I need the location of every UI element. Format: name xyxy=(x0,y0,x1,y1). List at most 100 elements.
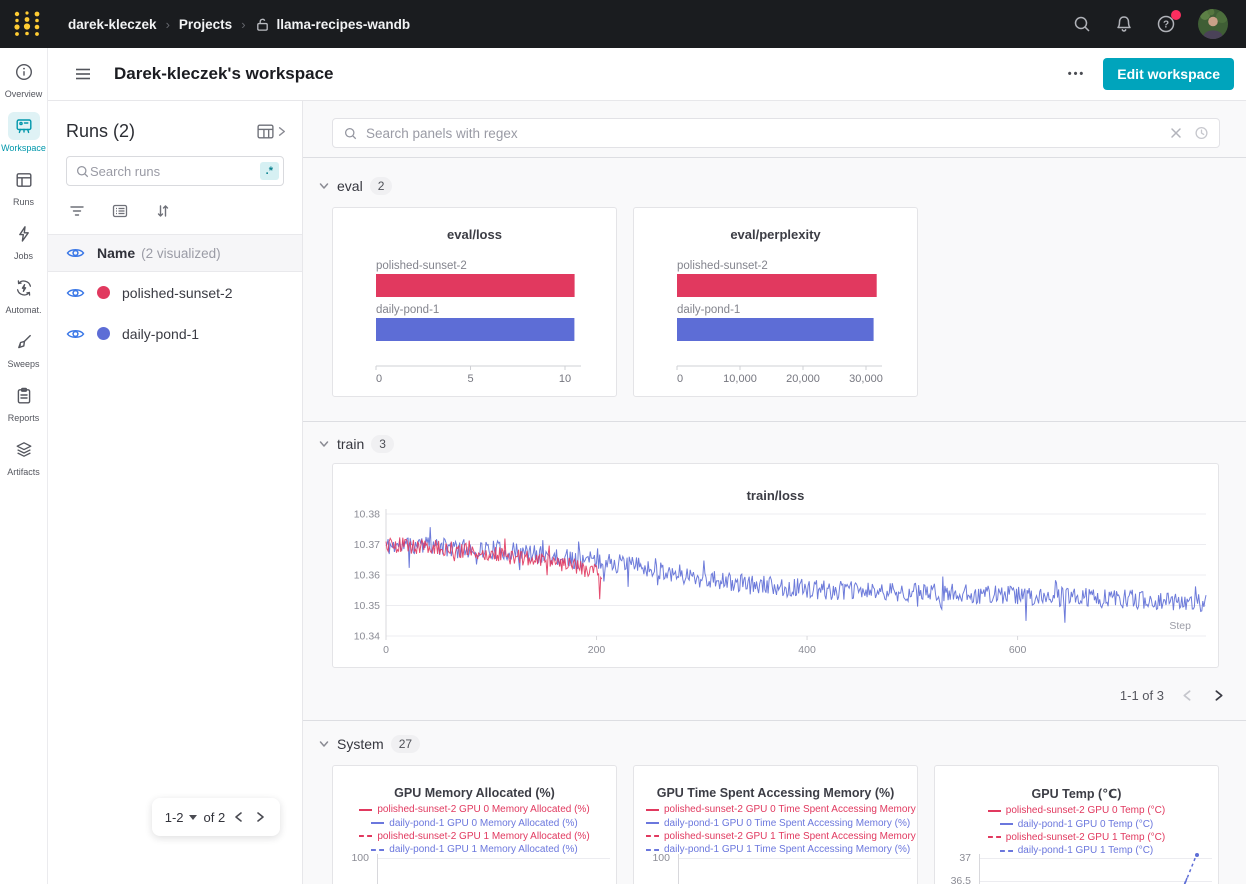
sidebar-item-automat[interactable]: Automat. xyxy=(0,274,48,315)
search-runs-input[interactable] xyxy=(90,164,260,179)
info-circle-icon xyxy=(8,58,40,86)
sidebar-item-artifacts[interactable]: Artifacts xyxy=(0,436,48,477)
history-icon[interactable] xyxy=(1193,125,1209,141)
sidebar-item-runs[interactable]: Runs xyxy=(0,166,48,207)
wandb-logo-dots xyxy=(11,6,43,42)
panel-train-loss[interactable]: train/loss10.3410.3510.3610.3710.3802004… xyxy=(332,463,1219,668)
breadcrumb: darek-kleczek › Projects › llama-recipes… xyxy=(68,17,410,32)
page-size-dropdown-icon[interactable] xyxy=(189,815,197,820)
divider xyxy=(303,157,1246,158)
sidebar-item-sweeps[interactable]: Sweeps xyxy=(0,328,48,369)
run-row[interactable]: daily-pond-1 xyxy=(48,313,302,354)
svg-text:0: 0 xyxy=(677,373,683,385)
sidebar-item-label: Automat. xyxy=(5,305,41,315)
svg-text:0: 0 xyxy=(376,373,382,385)
workspace-board-icon xyxy=(8,112,40,140)
legend-entry: polished-sunset-2 GPU 1 Time Spent Acces… xyxy=(634,830,917,843)
clear-search-icon[interactable] xyxy=(1169,126,1183,140)
page-range-label[interactable]: 1-2 xyxy=(165,810,184,825)
sidebar-item-overview[interactable]: Overview xyxy=(0,58,48,99)
svg-text:Step: Step xyxy=(1169,620,1191,632)
legend-line-mark xyxy=(1000,850,1013,852)
svg-text:eval/perplexity: eval/perplexity xyxy=(730,227,821,242)
prev-page-icon[interactable] xyxy=(232,810,246,824)
filter-icon[interactable] xyxy=(68,202,86,220)
runs-panel-title: Runs (2) xyxy=(66,121,135,142)
section-header-train[interactable]: train 3 xyxy=(318,435,394,453)
breadcrumb-projects[interactable]: Projects xyxy=(179,17,232,32)
run-name: daily-pond-1 xyxy=(122,326,199,342)
y-tick-label: 36.5 xyxy=(941,875,971,884)
sidebar-item-label: Reports xyxy=(8,413,40,423)
svg-text:polished-sunset-2: polished-sunset-2 xyxy=(677,260,768,272)
legend-entry: polished-sunset-2 GPU 1 Temp (°C) xyxy=(935,831,1218,844)
legend-line-mark xyxy=(988,836,1001,838)
panel-gpu-temp[interactable]: GPU Temp (℃)polished-sunset-2 GPU 0 Temp… xyxy=(934,765,1219,884)
runs-list: polished-sunset-2 daily-pond-1 xyxy=(48,272,302,354)
chart-title: GPU Temp (℃) xyxy=(935,786,1218,801)
wandb-logo[interactable] xyxy=(10,6,44,42)
panel-eval-perplexity[interactable]: eval/perplexitypolished-sunset-2daily-po… xyxy=(633,207,918,397)
gridline xyxy=(979,858,1212,859)
chart-legend: polished-sunset-2 GPU 0 Time Spent Acces… xyxy=(634,803,917,857)
next-page-icon[interactable] xyxy=(1211,688,1226,703)
breadcrumb-project[interactable]: llama-recipes-wandb xyxy=(277,17,411,32)
search-panels-input[interactable] xyxy=(366,126,1161,141)
panel-eval-loss[interactable]: eval/losspolished-sunset-2daily-pond-105… xyxy=(332,207,617,397)
legend-label: polished-sunset-2 GPU 1 Memory Allocated… xyxy=(377,831,589,842)
notifications-bell-icon[interactable] xyxy=(1114,14,1134,34)
bar-chart-svg: eval/losspolished-sunset-2daily-pond-105… xyxy=(333,208,616,396)
notification-dot xyxy=(1171,10,1181,20)
run-row[interactable]: polished-sunset-2 xyxy=(48,272,302,313)
visibility-eye-icon[interactable] xyxy=(66,286,85,300)
legend-entry: daily-pond-1 GPU 0 Temp (°C) xyxy=(935,817,1218,830)
bar-chart-svg: eval/perplexitypolished-sunset-2daily-po… xyxy=(634,208,917,396)
svg-text:10.35: 10.35 xyxy=(354,600,380,612)
edit-workspace-button[interactable]: Edit workspace xyxy=(1103,58,1234,90)
section-header-eval[interactable]: eval 2 xyxy=(318,177,392,195)
runs-table-toggle-icon[interactable] xyxy=(256,122,275,141)
visibility-eye-icon[interactable] xyxy=(66,246,85,260)
prev-page-icon[interactable] xyxy=(1180,688,1195,703)
svg-text:10,000: 10,000 xyxy=(723,373,757,385)
gridline xyxy=(979,881,1212,882)
avatar[interactable] xyxy=(1198,9,1228,39)
sidebar-item-workspace[interactable]: Workspace xyxy=(0,112,48,153)
svg-text:20,000: 20,000 xyxy=(786,373,820,385)
next-page-icon[interactable] xyxy=(253,810,267,824)
legend-label: daily-pond-1 GPU 1 Time Spent Accessing … xyxy=(664,844,910,855)
search-icon xyxy=(75,164,90,179)
sidebar-item-reports[interactable]: Reports xyxy=(0,382,48,423)
section-header-system[interactable]: System 27 xyxy=(318,735,420,753)
run-name: polished-sunset-2 xyxy=(122,285,233,301)
legend-label: polished-sunset-2 GPU 1 Temp (°C) xyxy=(1006,832,1165,843)
workspace-header: Darek-kleczek's workspace ••• Edit works… xyxy=(48,48,1246,101)
section-count-badge: 27 xyxy=(391,735,420,753)
sidebar-item-label: Artifacts xyxy=(7,467,40,477)
group-list-icon[interactable] xyxy=(111,202,129,220)
y-axis-line xyxy=(979,854,980,884)
help-icon[interactable]: ? xyxy=(1156,14,1176,34)
runs-pagination: 1-2 of 2 xyxy=(152,798,280,836)
chevron-down-icon xyxy=(318,180,330,192)
breadcrumb-user[interactable]: darek-kleczek xyxy=(68,17,157,32)
runs-table-icon xyxy=(8,166,40,194)
legend-entry: polished-sunset-2 GPU 0 Time Spent Acces… xyxy=(634,803,917,816)
search-icon[interactable] xyxy=(1072,14,1092,34)
visibility-eye-icon[interactable] xyxy=(66,327,85,341)
top-navbar: darek-kleczek › Projects › llama-recipes… xyxy=(0,0,1246,48)
expand-table-chevron-icon[interactable] xyxy=(275,125,288,138)
sidebar-item-jobs[interactable]: Jobs xyxy=(0,220,48,261)
legend-label: daily-pond-1 GPU 1 Temp (°C) xyxy=(1018,845,1154,856)
section-count-badge: 2 xyxy=(370,177,393,195)
overflow-menu-icon[interactable]: ••• xyxy=(1068,68,1086,80)
sort-icon[interactable] xyxy=(154,202,172,220)
panel-gpu-time[interactable]: GPU Time Spent Accessing Memory (%)polis… xyxy=(633,765,918,884)
automation-cycle-icon xyxy=(8,274,40,302)
panel-gpu-memory[interactable]: GPU Memory Allocated (%)polished-sunset-… xyxy=(332,765,617,884)
legend-label: daily-pond-1 GPU 0 Temp (°C) xyxy=(1018,819,1154,830)
regex-toggle-button[interactable]: .* xyxy=(260,162,279,180)
legend-line-mark xyxy=(1000,823,1013,825)
panel-collapse-icon[interactable] xyxy=(74,65,92,83)
runs-columns-header[interactable]: Name (2 visualized) xyxy=(48,234,302,272)
